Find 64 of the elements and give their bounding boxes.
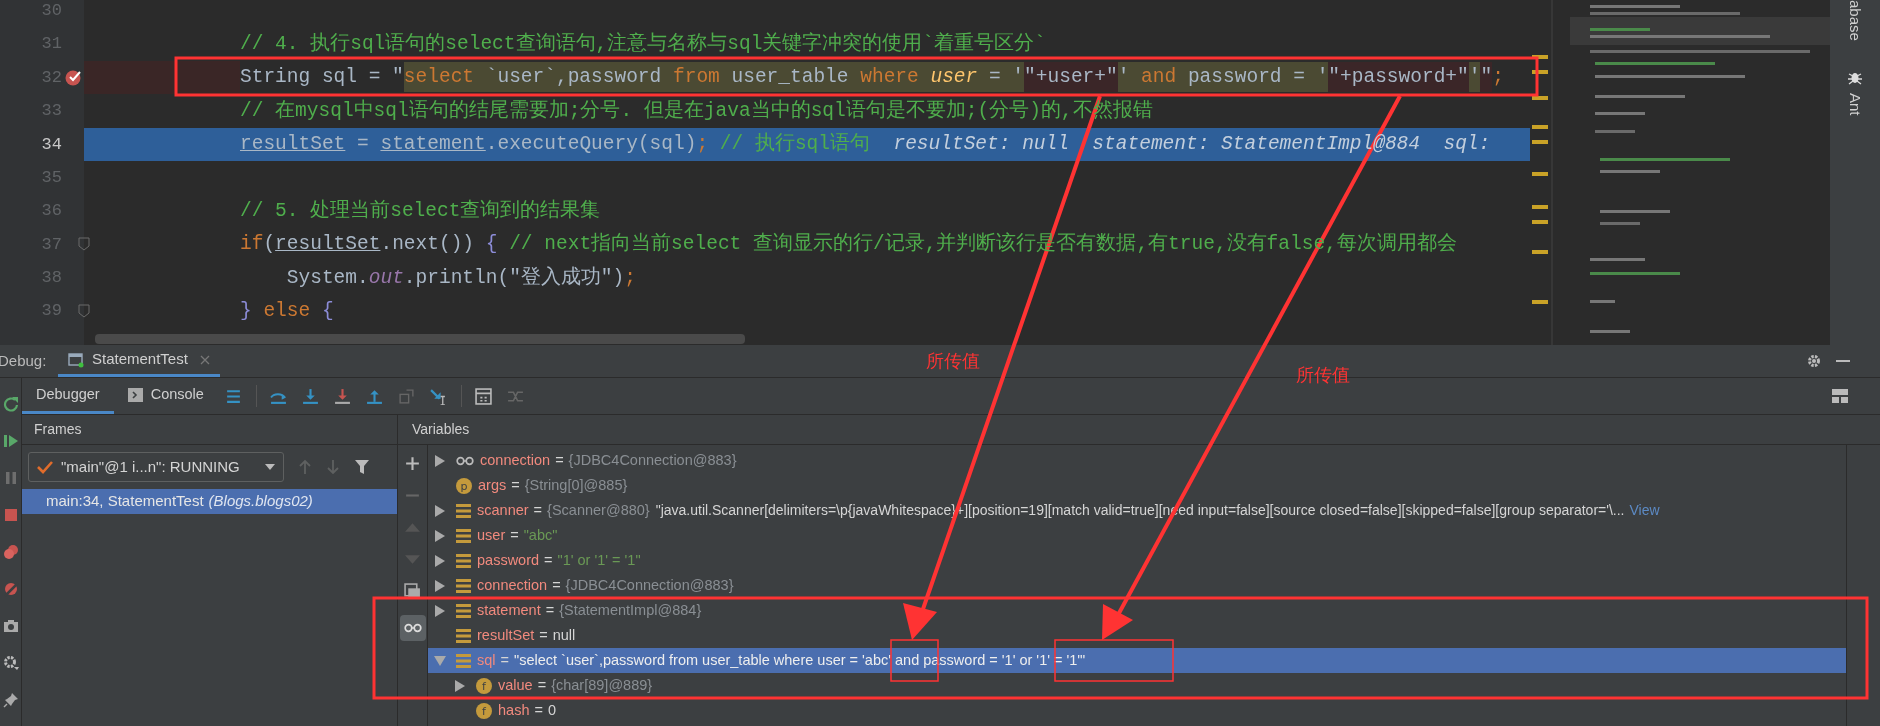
field-icon: f — [476, 677, 492, 694]
variable-row[interactable]: f hash = 0 — [428, 698, 1846, 723]
step-into-icon[interactable] — [302, 387, 320, 405]
variable-row[interactable]: connection = {JDBC4Connection@883} — [428, 448, 1846, 473]
calculator-icon[interactable] — [475, 387, 493, 405]
code-line: // 5. 处理当前select查询到的结果集 — [239, 198, 602, 225]
close-icon[interactable] — [199, 354, 210, 365]
line-number: 34 — [40, 133, 62, 156]
breakpoints-icon[interactable] — [2, 544, 19, 560]
watches-toggle-button[interactable] — [399, 615, 426, 641]
window-icon — [68, 351, 84, 368]
stack-frame-row[interactable]: main:34, StatementTest (Blogs.blogs02) — [22, 489, 397, 514]
resume-icon[interactable] — [2, 433, 19, 449]
stop-icon[interactable] — [2, 507, 19, 523]
code-line: } else { — [239, 299, 335, 325]
console-icon — [127, 387, 143, 402]
tool-window-tab[interactable]: abase — [1843, 0, 1867, 41]
glasses-icon — [403, 623, 422, 633]
checkmark-icon — [37, 460, 53, 474]
add-icon[interactable] — [404, 455, 421, 472]
step-out-icon[interactable] — [366, 387, 384, 405]
rerun-icon[interactable] — [2, 396, 19, 412]
variable-row[interactable]: user = "abc" — [428, 523, 1846, 548]
run-to-cursor-icon[interactable] — [430, 387, 448, 405]
collapsed-arrow-icon[interactable] — [434, 554, 446, 567]
collapsed-arrow-icon[interactable] — [434, 529, 446, 542]
annotation-label: 所传值 — [1296, 364, 1350, 387]
collapsed-arrow-icon[interactable] — [434, 454, 446, 467]
field-icon: f — [476, 702, 492, 719]
horizontal-scrollbar[interactable] — [95, 334, 745, 344]
variable-row[interactable]: connection = {JDBC4Connection@883} — [428, 573, 1846, 598]
layout-icon[interactable] — [1832, 389, 1848, 403]
parameter-icon: p — [456, 477, 472, 494]
panel-title: Variables — [412, 420, 470, 439]
code-line: System.out.println("登入成功"); — [285, 265, 637, 291]
collapsed-arrow-icon[interactable] — [434, 504, 446, 517]
dropdown-arrow-icon — [265, 464, 275, 470]
tool-window-tab[interactable]: Ant — [1843, 92, 1867, 116]
variable-row[interactable]: statement = {StatementImpl@884} — [428, 598, 1846, 623]
list-icon[interactable] — [225, 387, 243, 405]
copy-icon[interactable] — [404, 583, 421, 600]
camera-icon[interactable] — [2, 618, 19, 634]
variable-row[interactable]: f value = {char[89]@889} — [428, 673, 1846, 698]
breakpoint-icon[interactable] — [64, 68, 82, 87]
mute-breakpoints-icon[interactable] — [2, 581, 19, 597]
pin-icon[interactable] — [2, 692, 19, 708]
console-tab[interactable]: Console — [113, 378, 218, 414]
debug-label: Debug: — [0, 350, 48, 371]
thread-dropdown[interactable]: "main"@1 i...n": RUNNING — [28, 452, 284, 482]
variable-row[interactable]: p args = {String[0]@885} — [428, 473, 1846, 498]
force-step-into-icon[interactable] — [334, 387, 352, 405]
variable-row[interactable]: resultSet = null — [428, 623, 1846, 648]
minimize-icon[interactable] — [1836, 359, 1850, 363]
panel-title: Frames — [34, 420, 82, 439]
settings-icon[interactable] — [2, 655, 19, 671]
annotation-label: 所传值 — [926, 350, 980, 373]
variable-row[interactable]: password = "1' or '1' = '1" — [428, 548, 1846, 573]
collapsed-arrow-icon[interactable] — [434, 579, 446, 592]
debugger-tab[interactable]: Debugger — [22, 378, 114, 414]
collapsed-arrow-icon[interactable] — [454, 679, 466, 692]
collapsed-arrow-icon[interactable] — [434, 604, 446, 617]
settings-icon[interactable] — [1806, 353, 1822, 369]
filter-icon[interactable] — [354, 459, 370, 475]
code-line: // 4. 执行sql语句的select查询语句,注意与名称与sql关键字冲突的使用`着重号区分` — [239, 31, 1047, 58]
